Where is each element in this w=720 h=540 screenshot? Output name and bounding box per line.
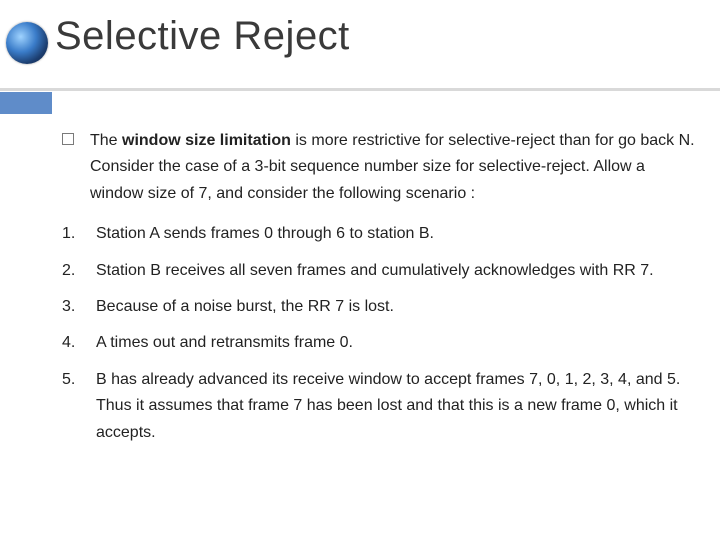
step-text: A times out and retransmits frame 0. [96,330,696,356]
step-text: Station B receives all seven frames and … [96,258,696,284]
list-item: 5. B has already advanced its receive wi… [62,367,696,446]
divider [0,88,720,91]
intro-text: The window size limitation is more restr… [90,128,696,207]
step-number: 1. [62,221,96,247]
list-item: 4. A times out and retransmits frame 0. [62,330,696,356]
accent-block [0,92,52,114]
step-text: B has already advanced its receive windo… [96,367,696,446]
list-item: 2. Station B receives all seven frames a… [62,258,696,284]
globe-logo-icon [6,22,48,64]
content-area: The window size limitation is more restr… [62,128,696,456]
list-item: 1. Station A sends frames 0 through 6 to… [62,221,696,247]
step-number: 4. [62,330,96,356]
step-text: Station A sends frames 0 through 6 to st… [96,221,696,247]
intro-lead: The [90,132,122,149]
step-text: Because of a noise burst, the RR 7 is lo… [96,294,696,320]
intro-paragraph: The window size limitation is more restr… [62,128,696,207]
slide: Selective Reject The window size limitat… [0,0,720,540]
steps-list: 1. Station A sends frames 0 through 6 to… [62,221,696,446]
step-number: 5. [62,367,96,393]
list-item: 3. Because of a noise burst, the RR 7 is… [62,294,696,320]
intro-strong: window size limitation [122,132,291,149]
step-number: 2. [62,258,96,284]
slide-title: Selective Reject [55,14,350,59]
square-bullet-icon [62,133,74,145]
step-number: 3. [62,294,96,320]
